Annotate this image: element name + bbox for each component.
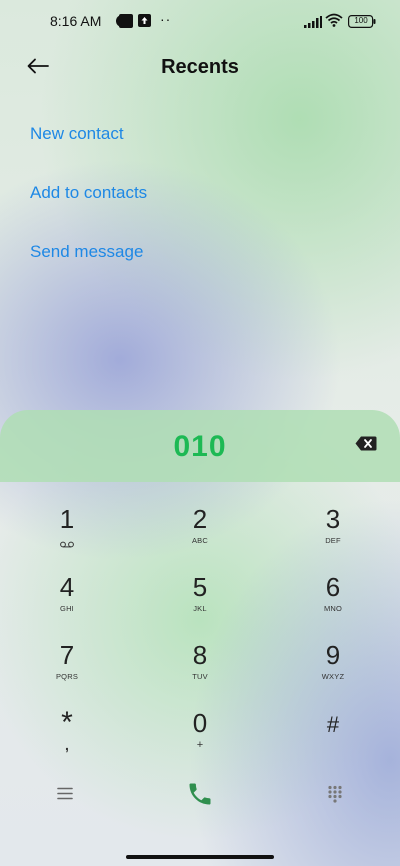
page-title: Recents — [161, 56, 239, 78]
key-letters: , — [64, 737, 70, 753]
key-letters: TUV — [192, 672, 208, 681]
dialpad-grid-icon — [327, 785, 343, 808]
keypad-toggle-button[interactable] — [305, 776, 365, 816]
app-header: Recents — [0, 44, 400, 92]
key-letters: GHI — [60, 604, 74, 613]
dialpad-key-8[interactable]: 8 TUV — [155, 640, 245, 700]
backspace-button[interactable] — [352, 434, 380, 458]
key-letters: WXYZ — [321, 672, 345, 681]
dialpad-key-4[interactable]: 4 GHI — [22, 572, 112, 632]
key-digit: 9 — [325, 640, 341, 670]
key-digit: 1 — [59, 504, 75, 534]
new-contact-link[interactable]: New contact — [30, 124, 124, 144]
status-bar: 8:16 AM ·· 100 — [0, 0, 400, 44]
key-digit: 0 — [192, 708, 208, 738]
key-digit: 6 — [325, 572, 341, 602]
dialpad-key-0[interactable]: 0 + — [155, 708, 245, 768]
square-notification-icon — [119, 14, 133, 33]
dialpad-key-5[interactable]: 5 JKL — [155, 572, 245, 632]
more-notifications: ·· — [160, 11, 172, 27]
key-digit: * — [61, 706, 73, 739]
signal-icon — [304, 15, 322, 33]
key-digit: 5 — [192, 572, 208, 602]
upload-notification-icon — [138, 14, 151, 32]
dialpad-key-hash[interactable]: # — [288, 708, 378, 768]
battery-level: 100 — [354, 16, 368, 25]
dialpad-key-3[interactable]: 3 DEF — [288, 504, 378, 564]
call-button[interactable] — [170, 776, 230, 816]
add-to-contacts-link[interactable]: Add to contacts — [30, 183, 147, 203]
key-digit: # — [326, 712, 340, 737]
key-digit: 8 — [192, 640, 208, 670]
dialpad-key-1[interactable]: 1 — [22, 504, 112, 564]
phone-icon — [186, 780, 214, 813]
wifi-icon — [325, 13, 343, 32]
dialpad-key-2[interactable]: 2 ABC — [155, 504, 245, 564]
battery-icon: 100 — [348, 15, 376, 33]
key-letters: + — [196, 739, 204, 751]
status-time: 8:16 AM — [50, 13, 102, 29]
key-letters: MNO — [323, 604, 343, 613]
dialpad-key-9[interactable]: 9 WXYZ — [288, 640, 378, 700]
key-letters: DEF — [325, 536, 341, 545]
dialed-number-bar: 010 — [0, 410, 400, 482]
key-digit: 3 — [325, 504, 341, 534]
key-letters: ABC — [191, 536, 209, 545]
backspace-icon — [355, 436, 377, 456]
dialpad-panel: 010 1 2 ABC 3 DEF 4 GHI 5 JKL 6 MNO 7 PQ… — [0, 410, 400, 866]
home-indicator[interactable] — [126, 855, 274, 859]
voicemail-icon — [22, 535, 112, 553]
key-digit: 4 — [59, 572, 75, 602]
key-letters: PQRS — [55, 672, 79, 681]
send-message-link[interactable]: Send message — [30, 242, 143, 262]
key-letters: JKL — [193, 604, 207, 613]
dialpad-key-star[interactable]: * , — [22, 708, 112, 768]
dialpad-key-7[interactable]: 7 PQRS — [22, 640, 112, 700]
dialed-number[interactable]: 010 — [0, 430, 400, 464]
menu-button[interactable] — [35, 776, 95, 816]
key-digit: 7 — [59, 640, 75, 670]
key-digit: 2 — [192, 504, 208, 534]
menu-icon — [57, 787, 73, 805]
dialpad-key-6[interactable]: 6 MNO — [288, 572, 378, 632]
